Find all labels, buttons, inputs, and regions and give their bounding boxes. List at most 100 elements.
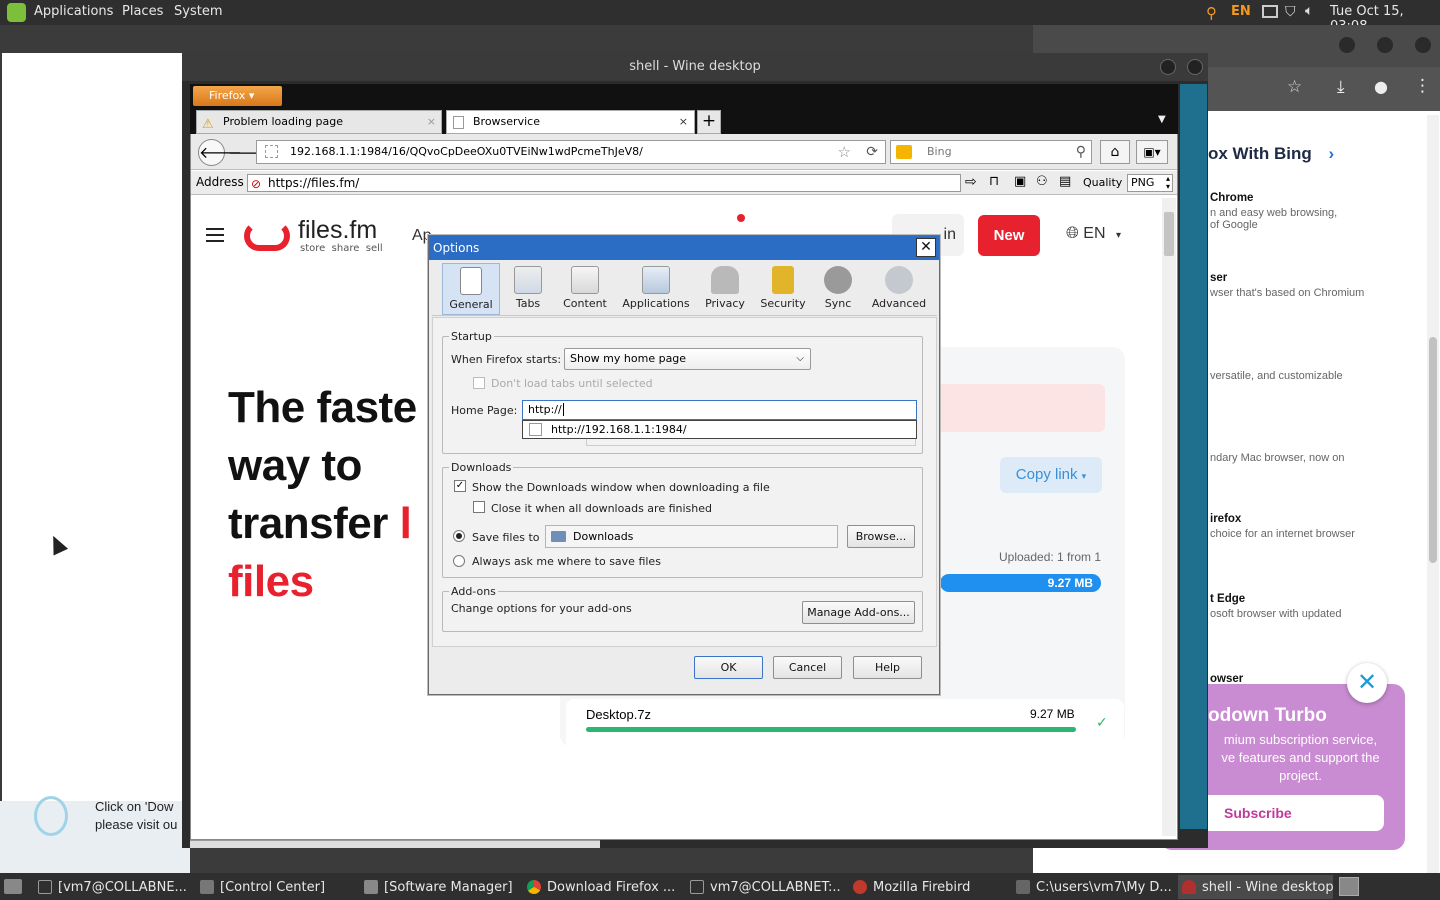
tab-problem-loading[interactable]: ⚠ Problem loading page ×	[196, 110, 442, 134]
search-bar[interactable]: Bing ⚲	[890, 140, 1092, 164]
tab-privacy[interactable]: Privacy	[700, 263, 750, 315]
cancel-button[interactable]: Cancel	[773, 656, 842, 679]
bookmark-icon[interactable]: ⊓	[989, 174, 999, 189]
tab-content[interactable]: Content	[558, 263, 612, 315]
taskbar-item[interactable]: C:\users\vm7\My D...	[1016, 877, 1171, 897]
dialog-close-button[interactable]: ✕	[916, 238, 936, 257]
copy-link-button[interactable]: Copy link ▾	[1000, 457, 1102, 493]
scrollbar-thumb[interactable]	[1429, 337, 1437, 563]
clipboard-icon[interactable]: ▤	[1059, 174, 1071, 189]
language-selector[interactable]: 🌐︎ EN ▾	[1066, 225, 1121, 243]
wine-titlebar[interactable]: shell - Wine desktop	[182, 53, 1208, 81]
home-button[interactable]: ⌂	[1100, 140, 1130, 164]
promo-close-button[interactable]: ✕	[1347, 663, 1387, 703]
bing-heading[interactable]: ox With Bing ›	[1208, 144, 1334, 164]
page-scrollbar[interactable]	[1162, 198, 1176, 836]
mint-logo-icon[interactable]	[7, 3, 26, 22]
help-button[interactable]: Help	[853, 656, 922, 679]
close-icon[interactable]	[1187, 59, 1203, 75]
close-when-checkbox[interactable]	[473, 501, 485, 513]
close-icon[interactable]: ×	[427, 111, 436, 133]
network-icon[interactable]	[1262, 5, 1278, 18]
hamburger-menu-icon[interactable]	[206, 228, 224, 242]
star-icon[interactable]: ☆	[1287, 77, 1302, 97]
download-icon[interactable]: ⤓	[1337, 77, 1345, 97]
ok-button[interactable]: OK	[694, 656, 763, 679]
tab-applications[interactable]: Applications	[620, 263, 692, 315]
tab-browservice[interactable]: Browservice ×	[446, 110, 695, 134]
show-downloads-checkbox[interactable]: ✓	[454, 480, 466, 492]
volume-icon[interactable]: 🔈︎	[1305, 3, 1313, 19]
browse-button[interactable]: Browse...	[847, 525, 915, 548]
dialog-title[interactable]: Options	[429, 236, 939, 260]
taskbar-item[interactable]: vm7@COLLABNET:...	[690, 877, 842, 897]
taskbar-item[interactable]: [Software Manager]	[364, 877, 519, 897]
taskbar-item[interactable]: Download Firefox ...	[527, 877, 677, 897]
system-menu[interactable]: System	[174, 4, 222, 19]
save-files-radio[interactable]	[453, 530, 465, 542]
new-button[interactable]: New	[978, 215, 1040, 256]
manage-addons-button[interactable]: Manage Add-ons...	[802, 601, 915, 624]
address-input[interactable]: ⊘ https://files.fm/	[247, 174, 961, 192]
quality-select[interactable]: PNG ▴ ▾	[1127, 174, 1173, 192]
tab-general[interactable]: General	[442, 263, 500, 315]
applications-menu[interactable]: Applications	[34, 4, 113, 19]
minimize-icon[interactable]	[1339, 37, 1355, 53]
always-ask-radio[interactable]	[453, 555, 465, 567]
new-tab-button[interactable]: +	[697, 110, 721, 134]
subscribe-button[interactable]: Subscribe	[1198, 795, 1384, 831]
taskbar-item-active[interactable]: shell - Wine desktop	[1178, 875, 1333, 899]
places-menu[interactable]: Places	[122, 4, 163, 19]
chevron-down-icon: ▾	[248, 89, 255, 102]
files-fm-logo-icon[interactable]	[244, 221, 290, 251]
taskbar-item[interactable]: [vm7@COLLABNE...	[38, 877, 190, 897]
save-folder-field[interactable]: Downloads	[545, 525, 838, 548]
back-button[interactable]: 🡐	[198, 139, 242, 166]
general-icon	[460, 267, 482, 295]
home-page-input[interactable]: http://	[522, 400, 917, 420]
reload-icon[interactable]: ⟳	[866, 141, 878, 163]
addon-button[interactable]: ▣▾	[1136, 140, 1168, 164]
search-icon[interactable]: ⚲	[1206, 4, 1217, 22]
when-starts-select[interactable]: Show my home page ⌵	[564, 348, 811, 370]
close-icon[interactable]: ×	[679, 111, 688, 133]
firefox-menu-label: Firefox	[209, 89, 246, 102]
screenshot-icon[interactable]: ▣	[1014, 174, 1026, 189]
browser-item[interactable]: ndary Mac browser, now on	[1210, 452, 1345, 464]
taskbar-item[interactable]: Mozilla Firebird	[853, 877, 1003, 897]
tab-list-icon[interactable]: ▼	[1158, 114, 1166, 125]
tab-advanced[interactable]: Advanced	[866, 263, 932, 315]
browser-item[interactable]: irefox choice for an internet browser	[1210, 513, 1355, 540]
maximize-icon[interactable]	[1377, 37, 1393, 53]
tab-security[interactable]: Security	[756, 263, 810, 315]
browser-item[interactable]: ser wser that's based on Chromium	[1210, 272, 1364, 299]
minimize-icon[interactable]	[1160, 59, 1176, 75]
chrome-scrollbar[interactable]	[1427, 115, 1439, 873]
show-desktop-icon[interactable]	[4, 879, 22, 894]
autocomplete-popup[interactable]: http://192.168.1.1:1984/	[522, 420, 917, 439]
go-icon[interactable]: ⇨	[965, 174, 977, 190]
firefox-menu-button[interactable]: Firefox ▾	[193, 86, 282, 106]
dont-load-checkbox[interactable]	[473, 377, 485, 389]
logo-text[interactable]: files.fm	[298, 216, 377, 245]
workspace-switcher[interactable]	[1339, 877, 1359, 896]
keyboard-layout[interactable]: EN	[1231, 4, 1251, 19]
more-menu-icon[interactable]: ⋮	[1414, 76, 1431, 96]
autocomplete-item[interactable]: http://192.168.1.1:1984/	[551, 423, 687, 436]
profile-icon[interactable]: ●	[1374, 77, 1388, 96]
taskbar-item[interactable]: [Control Center]	[200, 877, 360, 897]
browser-item[interactable]: versatile, and customizable	[1210, 370, 1343, 382]
bookmark-star-icon[interactable]: ☆	[838, 141, 851, 163]
tab-sync[interactable]: Sync	[818, 263, 858, 315]
tab-tabs[interactable]: Tabs	[505, 263, 551, 315]
browser-item[interactable]: t Edge osoft browser with updated	[1210, 593, 1341, 620]
close-icon[interactable]	[1415, 37, 1431, 53]
shield-icon[interactable]: ⛉	[1285, 4, 1296, 20]
content-icon	[571, 266, 599, 294]
scrollbar-thumb[interactable]	[1164, 212, 1174, 256]
url-bar[interactable]: 192.168.1.1:1984/16/QQvoCpDeeOXu0TVEiNw1…	[256, 140, 886, 164]
magnifier-icon[interactable]: ⚲	[1076, 141, 1086, 163]
find-icon[interactable]: ⚇	[1036, 174, 1048, 189]
forward-button[interactable]: 🡒	[228, 143, 268, 162]
browser-item[interactable]: Chrome n and easy web browsing, of Google	[1210, 192, 1337, 231]
